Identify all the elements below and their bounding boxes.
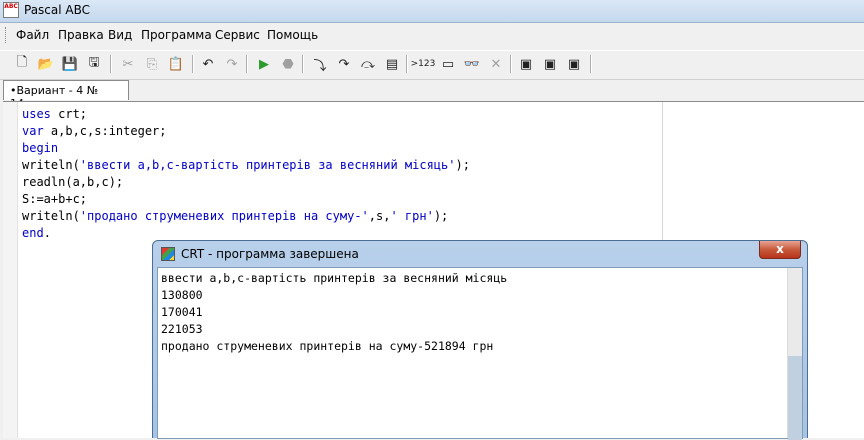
- crt-console[interactable]: ввести a,b,c-вартість принтерів за весня…: [157, 267, 803, 440]
- menu-service[interactable]: Сервис: [215, 28, 260, 42]
- output-window-icon[interactable]: ▭: [438, 54, 458, 74]
- menu-help[interactable]: Помощь: [267, 28, 318, 42]
- menu-edit[interactable]: Правка: [58, 28, 104, 42]
- toolbar: 🗋 📂 💾 🖫 ✂ ⎘ 📋 ↶ ↷ ▶ ⬣ ⤵ ↷ ⤼ ▤ >123 ▭ 👓 ✕…: [0, 50, 864, 80]
- keyword: end: [22, 226, 44, 240]
- stop-icon[interactable]: ⬣: [278, 54, 298, 74]
- close-button[interactable]: x: [759, 241, 801, 259]
- code-text-segment: .: [43, 226, 51, 240]
- code-text[interactable]: uses crt; var a,b,c,s:integer; begin writel…: [22, 106, 470, 242]
- clear-icon[interactable]: ✕: [486, 54, 506, 74]
- keyword: var: [22, 124, 44, 138]
- menu-file[interactable]: Файл: [16, 28, 49, 42]
- code-line: writeln('ввести a,b,c-вартість принтерів…: [22, 157, 470, 174]
- editor-gutter: [3, 102, 18, 438]
- string-literal: 'ввести a,b,c-вартість принтерів за весн…: [79, 158, 456, 172]
- console-line: ввести a,b,c-вартість принтерів за весня…: [161, 271, 508, 285]
- step-into-icon[interactable]: ⤵: [310, 54, 330, 74]
- console-line: продано струменевих принтерів на суму-52…: [161, 339, 494, 353]
- open-folder-icon[interactable]: 📂: [36, 54, 56, 74]
- menu-view[interactable]: Вид: [108, 28, 132, 42]
- console-line: 170041: [161, 305, 203, 319]
- toolbar-separator: [590, 55, 592, 73]
- cut-icon[interactable]: ✂: [118, 54, 138, 74]
- code-text-segment: readln(a,b,c);: [22, 175, 124, 189]
- scrollbar-thumb[interactable]: [788, 356, 802, 440]
- code-text-segment: writeln(: [22, 209, 80, 223]
- console-line: 221053: [161, 322, 203, 336]
- run-icon[interactable]: ▶: [254, 54, 274, 74]
- save-all-icon[interactable]: 🖫: [84, 54, 104, 74]
- code-text-segment: ,s,: [368, 209, 391, 223]
- keyword: uses: [22, 107, 51, 121]
- window-icon[interactable]: 👓: [462, 54, 482, 74]
- code-line: readln(a,b,c);: [22, 174, 470, 191]
- watch-icon[interactable]: ▣: [564, 54, 584, 74]
- code-text-segment: );: [455, 158, 470, 172]
- evaluate-icon[interactable]: ▤: [382, 54, 402, 74]
- code-line: uses crt;: [22, 106, 470, 123]
- pascal-abc-logo-icon: ABC: [3, 2, 19, 18]
- locals-icon[interactable]: ▣: [540, 54, 560, 74]
- code-text-segment: writeln(: [22, 158, 80, 172]
- paste-icon[interactable]: 📋: [166, 54, 186, 74]
- debug-icon[interactable]: ▣: [516, 54, 536, 74]
- toolbar-separator: [192, 55, 194, 73]
- crt-output-window[interactable]: CRT - программа завершена x ввести a,b,c…: [152, 240, 808, 440]
- console-output: ввести a,b,c-вартість принтерів за весня…: [161, 270, 507, 355]
- code-line: writeln('продано струменевих принтерів н…: [22, 208, 470, 225]
- crt-window-title: CRT - программа завершена: [181, 247, 359, 261]
- new-file-icon[interactable]: 🗋: [12, 54, 32, 74]
- crt-window-icon: [161, 247, 175, 261]
- save-icon[interactable]: 💾: [60, 54, 80, 74]
- main-title-bar[interactable]: ABC Pascal ABC: [0, 0, 864, 23]
- code-line: begin: [22, 140, 470, 157]
- menu-program[interactable]: Программа: [141, 28, 212, 42]
- code-text-segment: S:=a+b+c;: [22, 192, 88, 206]
- console-line: 130800: [161, 288, 203, 302]
- toolbar-separator: [246, 55, 248, 73]
- code-text-segment: crt;: [50, 107, 88, 121]
- code-text-segment: a,b,c,s:integer;: [43, 124, 167, 138]
- toolbar-separator: [406, 55, 408, 73]
- code-line: var a,b,c,s:integer;: [22, 123, 470, 140]
- console-scrollbar[interactable]: [787, 268, 802, 440]
- string-literal: 'продано струменевих принтерів на суму-': [79, 209, 369, 223]
- tab-file[interactable]: •Вариант - 4 № 14.pas: [3, 80, 129, 110]
- toolbar-separator: [510, 55, 512, 73]
- output-value-icon[interactable]: >123: [410, 54, 436, 74]
- code-line: S:=a+b+c;: [22, 191, 470, 208]
- menu-grip: [5, 27, 9, 43]
- toolbar-separator: [110, 55, 112, 73]
- window-title: Pascal ABC: [24, 3, 91, 17]
- redo-icon[interactable]: ↷: [222, 54, 242, 74]
- toolbar-separator: [302, 55, 304, 73]
- tab-strip: •Вариант - 4 № 14.pas: [0, 79, 864, 110]
- step-over-icon[interactable]: ↷: [334, 54, 354, 74]
- code-text-segment: );: [433, 209, 449, 223]
- run-to-cursor-icon[interactable]: ⤼: [358, 54, 378, 74]
- menu-bar: Файл Правка Вид Программа Сервис Помощь: [0, 24, 864, 46]
- string-literal: ' грн': [390, 209, 434, 223]
- copy-icon[interactable]: ⎘: [142, 54, 162, 74]
- undo-icon[interactable]: ↶: [198, 54, 218, 74]
- keyword: begin: [22, 141, 59, 155]
